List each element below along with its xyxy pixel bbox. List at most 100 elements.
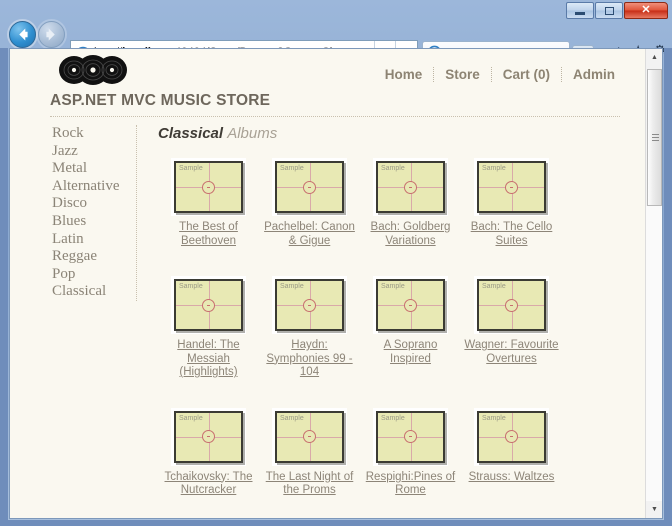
main-content: Classical Albums Sample The Best of Beeth… (158, 125, 628, 518)
crosshair-circle-icon (505, 180, 518, 194)
album-title-link[interactable]: Bach: Goldberg Variations (360, 221, 461, 248)
album-thumbnail[interactable]: Sample (171, 407, 246, 466)
album-thumbnail[interactable]: Sample (373, 276, 448, 334)
page-title-suffix: Albums (227, 125, 278, 142)
page-title: Classical Albums (158, 125, 628, 142)
forward-arrow-icon (46, 28, 55, 41)
album-thumbnail[interactable]: Sample (474, 158, 549, 216)
album-thumbnail[interactable]: Sample (373, 407, 448, 466)
crosshair-circle-icon (303, 298, 316, 312)
sidebar-item-metal[interactable]: Metal (52, 160, 126, 178)
sidebar-item-classical[interactable]: Classical (52, 283, 126, 301)
album-item[interactable]: Sample Pachelbel: Canon & Gigue (259, 158, 360, 248)
sidebar-item-alternative[interactable]: Alternative (52, 178, 126, 196)
sidebar-item-rock[interactable]: Rock (52, 125, 126, 143)
sample-label: Sample (280, 165, 304, 172)
genre-sidebar: Rock Jazz Metal Alternative Disco Blues … (52, 125, 137, 301)
crosshair-circle-icon (404, 298, 417, 312)
album-thumbnail[interactable]: Sample (373, 158, 448, 216)
sample-label: Sample (381, 283, 405, 290)
album-item[interactable]: Sample Bach: Goldberg Variations (360, 158, 461, 248)
album-thumbnail[interactable]: Sample (272, 276, 347, 334)
nav-item-cart[interactable]: Cart (0) (492, 67, 562, 82)
back-button[interactable] (9, 21, 36, 48)
album-title-link[interactable]: Haydn: Symphonies 99 - 104 (259, 339, 360, 380)
maximize-icon (604, 6, 614, 15)
sample-placeholder-image: Sample (477, 161, 546, 213)
sample-placeholder-image: Sample (174, 410, 243, 463)
maximize-button[interactable] (595, 2, 623, 19)
close-icon: ✕ (641, 4, 651, 16)
browser-window: ✕ e http://localhost:40404/Store/ (0, 0, 672, 526)
sample-placeholder-image: Sample (477, 279, 546, 331)
sidebar-item-latin[interactable]: Latin (52, 231, 126, 249)
sidebar-item-disco[interactable]: Disco (52, 195, 126, 213)
sample-label: Sample (482, 283, 506, 290)
header-divider (50, 116, 620, 117)
sample-label: Sample (482, 165, 506, 172)
album-title-link[interactable]: Bach: The Cello Suites (461, 221, 562, 248)
scroll-up-button[interactable]: ▲ (646, 49, 662, 66)
crosshair-circle-icon (303, 430, 316, 443)
album-item[interactable]: Sample A Soprano Inspired (360, 276, 461, 380)
scrollbar-thumb[interactable] (647, 69, 662, 206)
album-item[interactable]: Sample The Last Night of the Proms (259, 407, 360, 498)
album-thumbnail[interactable]: Sample (474, 276, 549, 334)
minimize-icon (575, 11, 585, 15)
sample-label: Sample (179, 283, 203, 290)
scroll-down-button[interactable]: ▼ (646, 501, 662, 518)
crosshair-circle-icon (202, 298, 215, 312)
sidebar-item-pop[interactable]: Pop (52, 266, 126, 284)
sidebar-item-jazz[interactable]: Jazz (52, 143, 126, 161)
album-item[interactable]: Sample The Best of Beethoven (158, 158, 259, 248)
album-title-link[interactable]: The Best of Beethoven (158, 221, 259, 248)
scroll-up-icon: ▲ (651, 54, 658, 61)
scroll-down-icon: ▼ (651, 506, 658, 513)
navigation-toolbar: e http://localhost:40404/Store/Browse?Ge… (0, 18, 672, 66)
nav-item-admin[interactable]: Admin (562, 67, 615, 82)
album-title-link[interactable]: Handel: The Messiah (Highlights) (158, 339, 259, 380)
crosshair-circle-icon (505, 430, 518, 443)
album-title-link[interactable]: Strauss: Waltzes (461, 471, 562, 485)
sample-placeholder-image: Sample (275, 161, 344, 213)
main-navigation: Home Store Cart (0) Admin (374, 67, 615, 82)
sample-label: Sample (381, 165, 405, 172)
sample-placeholder-image: Sample (174, 161, 243, 213)
crosshair-circle-icon (303, 180, 316, 194)
album-thumbnail[interactable]: Sample (171, 276, 246, 334)
album-title-link[interactable]: Tchaikovsky: The Nutcracker (158, 471, 259, 498)
album-item[interactable]: Sample Wagner: Favourite Overtures (461, 276, 562, 380)
scrollbar-track[interactable] (646, 206, 662, 501)
album-item[interactable]: Sample Haydn: Symphonies 99 - 104 (259, 276, 360, 380)
album-item[interactable]: Sample Bach: The Cello Suites (461, 158, 562, 248)
sample-label: Sample (179, 165, 203, 172)
minimize-button[interactable] (566, 2, 594, 19)
album-item[interactable]: Sample Strauss: Waltzes (461, 407, 562, 498)
album-thumbnail[interactable]: Sample (272, 158, 347, 216)
close-button[interactable]: ✕ (624, 2, 668, 19)
sample-label: Sample (280, 283, 304, 290)
album-item[interactable]: Sample Tchaikovsky: The Nutcracker (158, 407, 259, 498)
crosshair-circle-icon (202, 430, 215, 443)
album-title-link[interactable]: The Last Night of the Proms (259, 471, 360, 498)
album-title-link[interactable]: Pachelbel: Canon & Gigue (259, 221, 360, 248)
album-item[interactable]: Sample Handel: The Messiah (Highlights) (158, 276, 259, 380)
album-title-link[interactable]: Respighi:Pines of Rome (360, 471, 461, 498)
sample-placeholder-image: Sample (376, 279, 445, 331)
album-thumbnail[interactable]: Sample (171, 158, 246, 216)
sample-placeholder-image: Sample (477, 410, 546, 463)
sample-label: Sample (482, 414, 506, 422)
album-thumbnail[interactable]: Sample (474, 407, 549, 466)
sample-placeholder-image: Sample (174, 279, 243, 331)
forward-button[interactable] (38, 21, 65, 48)
nav-item-store[interactable]: Store (434, 67, 492, 82)
album-item[interactable]: Sample Respighi:Pines of Rome (360, 407, 461, 498)
sidebar-item-blues[interactable]: Blues (52, 213, 126, 231)
album-title-link[interactable]: Wagner: Favourite Overtures (461, 339, 562, 366)
sidebar-item-reggae[interactable]: Reggae (52, 248, 126, 266)
album-title-link[interactable]: A Soprano Inspired (360, 339, 461, 366)
album-thumbnail[interactable]: Sample (272, 407, 347, 466)
web-page: ASP.NET MVC MUSIC STORE Home Store Cart … (10, 49, 647, 518)
nav-item-home[interactable]: Home (374, 67, 435, 82)
vertical-scrollbar[interactable]: ▲ ▼ (645, 49, 662, 518)
